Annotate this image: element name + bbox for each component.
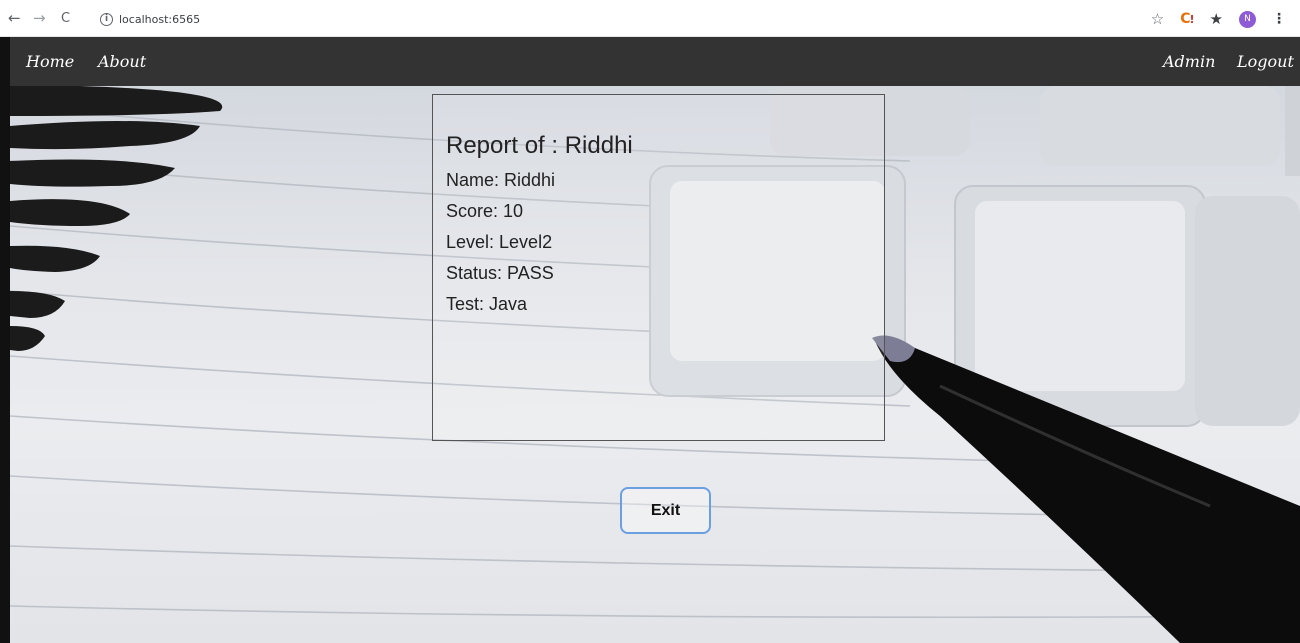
report-status: Status: PASS <box>446 263 554 283</box>
profile-avatar[interactable]: N <box>1239 10 1256 28</box>
report-score: Score: 10 <box>446 201 524 221</box>
nav-about-link[interactable]: About <box>98 52 146 72</box>
more-menu-icon[interactable]: ⋮ <box>1272 11 1286 27</box>
nav-admin-link[interactable]: Admin <box>1163 52 1215 72</box>
browser-toolbar: ← → C i localhost:6565 ☆ C! ★ N ⋮ <box>0 0 1300 37</box>
nav-logout-link[interactable]: Logout <box>1237 52 1294 72</box>
report-card: Report of : Riddhi Name: Riddhi Score: 1… <box>432 94 885 441</box>
extensions-puzzle-icon[interactable]: ★ <box>1210 10 1223 28</box>
exit-button[interactable]: Exit <box>620 487 711 534</box>
extension-letter: C <box>1180 11 1190 27</box>
url-text[interactable]: localhost:6565 <box>119 13 200 26</box>
report-title: Report of : Riddhi <box>446 132 633 159</box>
extension-badge: ! <box>1189 13 1195 26</box>
left-edge <box>0 37 10 643</box>
extension-icon[interactable]: C! <box>1180 11 1195 27</box>
report-level: Level: Level2 <box>446 232 553 252</box>
bookmark-star-icon[interactable]: ☆ <box>1151 10 1164 28</box>
report-name: Name: Riddhi <box>446 170 556 190</box>
nav-home-link[interactable]: Home <box>26 52 74 72</box>
browser-actions: ☆ C! ★ N ⋮ <box>1151 9 1286 29</box>
forward-arrow-icon[interactable]: → <box>33 9 46 27</box>
back-arrow-icon[interactable]: ← <box>8 9 21 27</box>
report-test: Test: Java <box>446 294 528 314</box>
reload-icon[interactable]: C <box>61 10 70 28</box>
site-navbar: Home About Admin Logout <box>10 37 1300 86</box>
info-icon[interactable]: i <box>100 12 113 26</box>
address-bar[interactable]: i localhost:6565 <box>100 8 200 30</box>
